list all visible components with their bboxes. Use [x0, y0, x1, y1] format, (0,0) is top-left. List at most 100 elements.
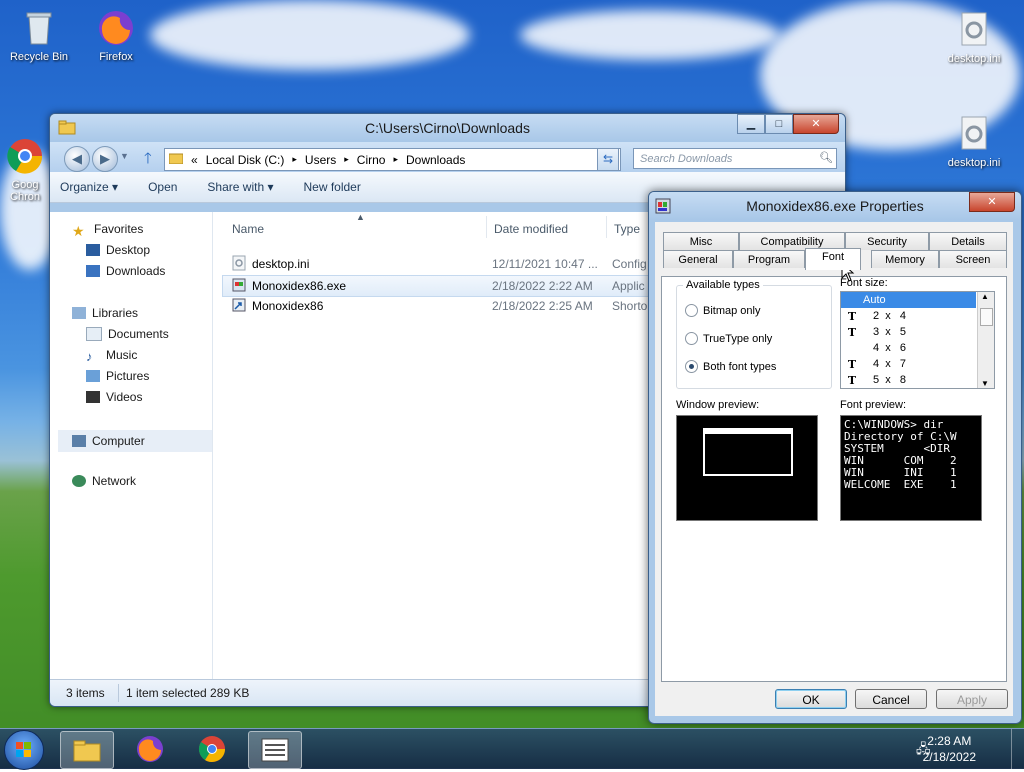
font-size-list[interactable]: Auto T 2 x 4 T 3 x 5 4 x 6 T 4 x 7 T 5 x 8 ▲… [840, 291, 995, 389]
font-size-option[interactable]: Auto [841, 292, 976, 308]
forward-button[interactable]: ▶ [92, 146, 118, 172]
history-dropdown-icon[interactable]: ▼ [120, 151, 129, 161]
maximize-button[interactable]: □ [765, 114, 793, 134]
column-divider[interactable] [486, 216, 487, 238]
taskbar-firefox[interactable] [124, 731, 176, 767]
minimize-button[interactable]: ▁ [737, 114, 765, 134]
column-header-name[interactable]: Name [232, 222, 264, 236]
truetype-only-radio[interactable]: TrueType only [685, 332, 772, 345]
address-prefix[interactable]: « [191, 153, 198, 167]
clock[interactable]: 2:28 AM 2/18/2022 [923, 733, 976, 765]
font-size-scrollbar[interactable]: ▲ ▼ [977, 292, 994, 388]
font-size-value: Auto [863, 294, 886, 306]
preview-window-frame [703, 428, 793, 476]
breadcrumb-separator[interactable]: ▸ [393, 154, 398, 165]
preview-window-titlebar [705, 430, 791, 434]
font-size-option[interactable]: T 2 x 4 [841, 308, 976, 324]
firefox-desktop-icon[interactable]: Firefox [80, 8, 152, 63]
nav-videos[interactable]: Videos [86, 390, 142, 404]
explorer-titlebar[interactable]: C:\Users\Cirno\Downloads ▁ □ ✕ [50, 114, 845, 142]
font-size-option[interactable]: T 4 x 7 [841, 356, 976, 372]
breadcrumb-users[interactable]: Users [305, 153, 336, 167]
start-button[interactable] [4, 730, 44, 770]
tab-general[interactable]: General [663, 250, 733, 268]
tab-details[interactable]: Details [929, 232, 1007, 250]
file-row[interactable]: Monoxidex86 2/18/2022 2:25 AM Shorto [222, 296, 662, 316]
breadcrumb-separator[interactable]: ▸ [344, 154, 349, 165]
available-types-label: Available types [683, 279, 763, 291]
close-button[interactable]: ✕ [969, 192, 1015, 212]
column-header-date[interactable]: Date modified [494, 222, 568, 236]
share-with-button[interactable]: Share with ▾ [207, 180, 273, 194]
column-header-type[interactable]: Type [614, 222, 640, 236]
font-size-value: 4 x 7 [873, 358, 907, 370]
item-count: 3 items [66, 686, 105, 700]
desktop-ini-desktop-icon[interactable]: desktop.ini [938, 10, 1010, 65]
font-size-option[interactable]: T 3 x 5 [841, 324, 976, 340]
tab-font[interactable]: Font [805, 248, 861, 270]
apply-button[interactable]: Apply [936, 689, 1008, 709]
tab-screen[interactable]: Screen [939, 250, 1007, 268]
tab-program[interactable]: Program [733, 250, 805, 268]
nav-favorites[interactable]: ★ Favorites [72, 222, 143, 239]
explorer-title: C:\Users\Cirno\Downloads [365, 120, 530, 136]
nav-network[interactable]: Network [72, 474, 136, 488]
open-button[interactable]: Open [148, 180, 177, 194]
ok-button[interactable]: OK [775, 689, 847, 709]
nav-network-label: Network [92, 474, 137, 488]
taskbar-chrome[interactable] [186, 731, 238, 767]
clock-date: 2/18/2022 [922, 750, 976, 764]
column-divider[interactable] [606, 216, 607, 238]
back-button[interactable]: ◀ [64, 146, 90, 172]
organize-button[interactable]: Organize ▾ [60, 180, 118, 194]
nav-downloads-label: Downloads [106, 264, 166, 278]
font-size-value: 4 x 6 [873, 342, 907, 354]
nav-downloads[interactable]: Downloads [86, 264, 165, 278]
search-input[interactable]: Search Downloads [633, 148, 837, 169]
breadcrumb-downloads[interactable]: Downloads [406, 153, 465, 167]
chrome-desktop-icon[interactable]: Goog Chron [0, 112, 50, 215]
properties-titlebar[interactable]: Monoxidex86.exe Properties ✕ [649, 192, 1021, 220]
bitmap-only-label: Bitmap only [703, 304, 761, 317]
file-row[interactable]: desktop.ini 12/11/2021 10:47 ... Config [222, 254, 662, 274]
nav-libraries[interactable]: Libraries [72, 306, 138, 320]
cloud [520, 10, 780, 60]
scroll-down-icon[interactable]: ▼ [981, 379, 989, 388]
close-button[interactable]: ✕ [793, 114, 839, 134]
cancel-button[interactable]: Cancel [855, 689, 927, 709]
folder-icon [73, 740, 101, 762]
properties-dialog[interactable]: Monoxidex86.exe Properties ✕ Misc Compat… [648, 191, 1022, 724]
nav-pictures[interactable]: Pictures [86, 369, 149, 383]
font-size-option[interactable]: 4 x 6 [841, 340, 976, 356]
taskbar-explorer[interactable] [60, 731, 114, 769]
up-arrow-icon[interactable]: 🡑 [144, 148, 152, 173]
nav-computer[interactable]: Computer [58, 430, 212, 452]
search-icon[interactable]: 🔍︎ [819, 151, 833, 164]
new-folder-button[interactable]: New folder [303, 180, 360, 194]
font-size-option[interactable]: T 5 x 8 [841, 372, 976, 388]
scroll-up-icon[interactable]: ▲ [981, 292, 989, 301]
recycle-bin-desktop-icon[interactable]: Recycle Bin [3, 8, 75, 63]
nav-desktop[interactable]: Desktop [86, 243, 150, 257]
breadcrumb-cirno[interactable]: Cirno [357, 153, 386, 167]
refresh-icon[interactable]: ⇆ [597, 148, 619, 171]
show-desktop-button[interactable] [1011, 729, 1024, 769]
desktop-ini-desktop-icon[interactable]: desktop.ini [938, 114, 1010, 169]
nav-documents[interactable]: Documents [86, 327, 169, 341]
tab-misc[interactable]: Misc [663, 232, 739, 250]
breadcrumb-separator[interactable]: ▸ [292, 154, 297, 165]
tab-memory[interactable]: Memory [871, 250, 939, 268]
breadcrumb-local-disk[interactable]: Local Disk (C:) [206, 153, 285, 167]
windows-logo-icon [16, 742, 31, 757]
taskbar-properties[interactable] [248, 731, 302, 769]
both-font-types-radio[interactable]: Both font types [685, 360, 776, 373]
nav-music[interactable]: ♪ Music [86, 348, 137, 364]
file-row[interactable]: Monoxidex86.exe 2/18/2022 2:22 AM Applic [222, 275, 664, 297]
address-bar[interactable]: « Local Disk (C:) ▸ Users ▸ Cirno ▸ Down… [164, 148, 621, 171]
scroll-thumb[interactable] [980, 308, 993, 326]
selection-info: 1 item selected 289 KB [126, 686, 250, 700]
firefox-label: Firefox [99, 51, 133, 63]
bitmap-only-radio[interactable]: Bitmap only [685, 304, 760, 317]
computer-icon [72, 435, 86, 447]
file-name: Monoxidex86 [252, 299, 324, 313]
